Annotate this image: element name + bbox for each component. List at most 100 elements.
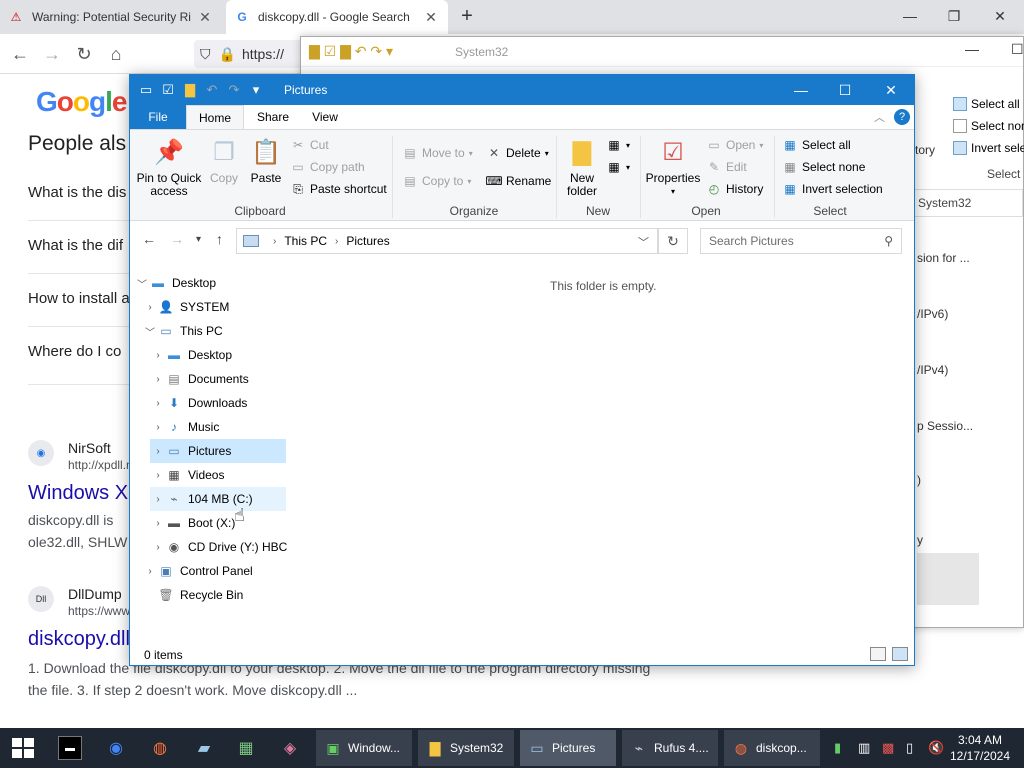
tab-file[interactable]: File <box>130 105 186 129</box>
close-tab-icon[interactable]: ✕ <box>196 9 214 26</box>
large-icons-view-icon[interactable] <box>892 647 908 661</box>
list-item[interactable]: p Sessio... <box>917 419 973 433</box>
result-title-link[interactable]: diskcopy.dll <box>28 628 130 651</box>
tree-item-control-panel[interactable]: › ▣ Control Panel <box>142 559 298 583</box>
breadcrumb-this-pc[interactable]: This PC <box>284 234 327 248</box>
question-item[interactable]: Where do I co <box>28 343 138 360</box>
forward-icon[interactable]: → <box>170 231 184 247</box>
chevron-right-icon[interactable]: › <box>150 470 166 481</box>
tray-console-icon[interactable]: ▮ <box>834 740 841 756</box>
tree-item-documents[interactable]: › ▤ Documents <box>150 367 306 391</box>
tree-item-desktop[interactable]: › ▬ Desktop <box>150 343 306 367</box>
rename-button[interactable]: ⌨ Rename <box>485 172 551 190</box>
result-source[interactable]: ◉ NirSoft http://xpdll.n <box>28 440 133 472</box>
chevron-right-icon[interactable]: › <box>142 566 158 577</box>
system-clock[interactable]: 3:04 AM 12/17/2024 <box>944 732 1016 764</box>
customize-qa-icon[interactable]: ▾ <box>248 82 264 98</box>
redo-icon[interactable]: ↷ <box>226 82 242 98</box>
copy-to-button[interactable]: ▤ Copy to ▾ <box>402 172 471 190</box>
list-item[interactable]: ) <box>917 473 921 487</box>
chevron-down-icon[interactable]: ﹀ <box>638 234 649 250</box>
copy-button[interactable]: ❐ Copy <box>204 136 244 185</box>
search-input[interactable]: Search Pictures ⚲ <box>700 228 902 254</box>
easy-access-button[interactable]: ▦ ▾ <box>606 158 630 176</box>
question-item[interactable]: What is the dif <box>28 237 138 254</box>
chrome-icon[interactable]: ◉ <box>104 736 128 760</box>
details-view-icon[interactable] <box>870 647 886 661</box>
tray-usb-icon[interactable]: ▯ <box>906 740 913 756</box>
paint-icon[interactable]: ◈ <box>278 736 302 760</box>
chevron-right-icon[interactable]: › <box>150 422 166 433</box>
paste-button[interactable]: 📋 Paste <box>246 136 286 185</box>
properties-icon[interactable]: ☑ <box>160 82 176 98</box>
list-item[interactable]: /IPv4) <box>917 363 948 377</box>
move-to-button[interactable]: ▤ Move to ▾ <box>402 144 472 162</box>
tree-item-downloads[interactable]: › ⬇ Downloads <box>150 391 306 415</box>
tree-item-recycle-bin[interactable]: 🗑 Recycle Bin <box>142 583 298 607</box>
tree-item-drive-c[interactable]: › ⌁ 104 MB (C:) <box>150 487 286 511</box>
spreadsheet-icon[interactable]: ▦ <box>234 736 258 760</box>
volume-muted-icon[interactable]: 🔇 <box>928 740 944 756</box>
question-item[interactable]: What is the dis <box>28 184 138 201</box>
tray-color-icon[interactable]: ▩ <box>882 740 894 756</box>
file-list-area[interactable]: This folder is empty. <box>290 271 914 643</box>
task-rufus[interactable]: ⌁ Rufus 4.... <box>622 730 718 766</box>
result-source[interactable]: Dll DllDump https://www <box>28 586 130 618</box>
invert-selection-button[interactable]: Invert sele <box>953 141 1024 155</box>
tree-item-desktop-root[interactable]: ﹀ ▬ Desktop <box>134 271 290 295</box>
chevron-right-icon[interactable]: › <box>150 350 166 361</box>
tree-item-cd-drive[interactable]: › ◉ CD Drive (Y:) HBC <box>150 535 306 559</box>
select-none-button[interactable]: ▦ Select none <box>782 158 865 176</box>
chevron-down-icon[interactable]: ﹀ <box>142 324 158 339</box>
list-item[interactable]: sion for ... <box>917 251 970 265</box>
firefox-icon[interactable]: ◍ <box>148 736 172 760</box>
close-window-icon[interactable]: ✕ <box>980 4 1020 28</box>
tree-item-videos[interactable]: › ▦ Videos <box>150 463 306 487</box>
terminal-icon[interactable]: ▬ <box>58 736 82 760</box>
copy-path-button[interactable]: ▭ Copy path <box>290 158 364 176</box>
select-none-button[interactable]: Select non <box>953 119 1024 133</box>
tray-network-icon[interactable]: ▥ <box>858 740 870 756</box>
chevron-down-icon[interactable]: ﹀ <box>134 276 150 291</box>
tree-item-system[interactable]: › 👤 SYSTEM <box>142 295 298 319</box>
back-icon[interactable]: ← <box>8 42 32 66</box>
question-item[interactable]: How to install a <box>28 290 138 307</box>
maximize-icon[interactable]: ☐ <box>1011 41 1024 58</box>
new-folder-button[interactable]: ▇ New folder <box>560 136 604 198</box>
help-icon[interactable]: ? <box>894 109 910 125</box>
minimize-icon[interactable]: — <box>890 4 930 28</box>
task-system32[interactable]: ▇ System32 <box>418 730 514 766</box>
new-item-button[interactable]: ▦ ▾ <box>606 136 630 154</box>
edit-button[interactable]: ✎ Edit <box>706 158 747 176</box>
cut-button[interactable]: ✂ Cut <box>290 136 329 154</box>
google-logo[interactable]: Google <box>36 86 127 118</box>
invert-selection-button[interactable]: ▦ Invert selection <box>782 180 882 198</box>
task-firefox-diskcopy[interactable]: ◍ diskcop... <box>724 730 820 766</box>
maximize-icon[interactable]: ☐ <box>822 75 868 105</box>
back-icon[interactable]: ← <box>142 231 156 247</box>
address-bar[interactable]: › This PC › Pictures ﹀ <box>236 228 658 254</box>
breadcrumb-pictures[interactable]: Pictures <box>346 234 389 248</box>
task-windows[interactable]: ▣ Window... <box>316 730 412 766</box>
chevron-right-icon[interactable]: › <box>150 542 166 553</box>
pin-quick-access-button[interactable]: 📌 Pin to Quick access <box>136 136 202 198</box>
tab-view[interactable]: View <box>300 105 350 129</box>
result-title-link[interactable]: Windows X <box>28 482 128 505</box>
home-icon[interactable]: ⌂ <box>104 42 128 66</box>
select-all-button[interactable]: ▦ Select all <box>782 136 850 154</box>
restore-icon[interactable]: ❐ <box>934 4 974 28</box>
open-button[interactable]: ▭ Open ▾ <box>706 136 763 154</box>
reload-icon[interactable]: ↻ <box>72 42 96 66</box>
list-item[interactable]: y <box>917 533 923 547</box>
paste-shortcut-button[interactable]: ⎘ Paste shortcut <box>290 180 387 198</box>
properties-button[interactable]: ☑ Properties ▾ <box>644 136 702 198</box>
close-tab-icon[interactable]: ✕ <box>422 9 440 26</box>
chevron-right-icon[interactable]: › <box>150 374 166 385</box>
address-bar[interactable]: System32 <box>913 189 1023 217</box>
chevron-right-icon[interactable]: › <box>150 494 166 505</box>
up-icon[interactable]: ↑ <box>216 231 223 247</box>
chevron-right-icon[interactable]: › <box>150 518 166 529</box>
tab-security-warning[interactable]: ⚠ Warning: Potential Security Ri ✕ <box>0 0 222 34</box>
forward-icon[interactable]: → <box>40 42 64 66</box>
tab-google-search[interactable]: G diskcopy.dll - Google Search ✕ <box>226 0 448 34</box>
